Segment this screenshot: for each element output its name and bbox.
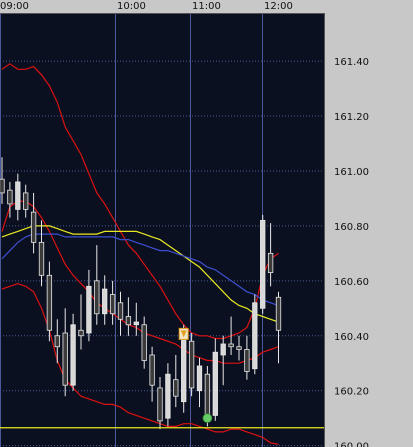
candle-body: [23, 192, 29, 210]
candle-body: [220, 343, 226, 356]
candle: [70, 313, 76, 391]
candle-body: [102, 288, 108, 315]
candle-body: [141, 324, 147, 361]
candle-body: [212, 351, 218, 416]
candle-body: [165, 373, 171, 419]
x-tick-label: 10:00: [117, 1, 146, 12]
candle: [188, 333, 195, 397]
candle-body: [173, 379, 179, 397]
candle-body: [62, 332, 68, 386]
candle-body: [181, 335, 187, 403]
candle-body: [86, 285, 92, 334]
candle-body: [228, 343, 234, 348]
x-tick-label: 09:00: [0, 1, 29, 12]
y-tick-label: 161.40: [334, 57, 369, 68]
y-tick-label: 160.60: [334, 277, 369, 288]
candle-body: [125, 316, 132, 326]
candle-body: [46, 274, 53, 331]
candle-body: [78, 329, 84, 337]
candle-body: [244, 349, 250, 372]
y-tick-label: 160.20: [334, 387, 369, 398]
y-tick-label: 160.00: [334, 442, 369, 447]
candle-body: [260, 219, 266, 309]
y-tick-label: 161.20: [334, 112, 369, 123]
price-chart: 09:00 10:00 11:00 12:00 161.40 161.20 161.00 1…: [0, 0, 413, 447]
candle-body: [157, 387, 163, 422]
buy-marker: [202, 413, 213, 424]
candle-body: [133, 321, 139, 326]
candle-body: [54, 335, 60, 348]
candle: [252, 294, 258, 375]
candle-body: [196, 365, 203, 392]
candle-body: [38, 241, 45, 276]
y-tick-label: 160.40: [334, 332, 369, 343]
candle-body: [188, 340, 195, 389]
chart-window: 09:00 10:00 11:00 12:00 161.40 161.20 161.00 1…: [0, 0, 413, 447]
candle-body: [267, 252, 274, 273]
candle-body: [252, 302, 258, 370]
candle-body: [149, 354, 155, 386]
candle-body: [204, 373, 211, 419]
candle-body: [0, 178, 5, 194]
candle-body: [7, 189, 13, 205]
x-tick-label: 11:00: [192, 1, 221, 12]
candle-body: [15, 181, 21, 210]
y-tick-label: 160.80: [334, 222, 369, 233]
candle-body: [117, 302, 124, 320]
candle: [260, 214, 266, 314]
candle-body: [70, 324, 76, 386]
candle-body: [30, 211, 37, 243]
candle-body: [109, 294, 116, 315]
candle-body: [94, 280, 100, 315]
candle-body: [236, 346, 242, 350]
x-tick-label: 12:00: [264, 1, 293, 12]
candle-body: [275, 296, 282, 331]
y-tick-label: 161.00: [334, 167, 369, 178]
